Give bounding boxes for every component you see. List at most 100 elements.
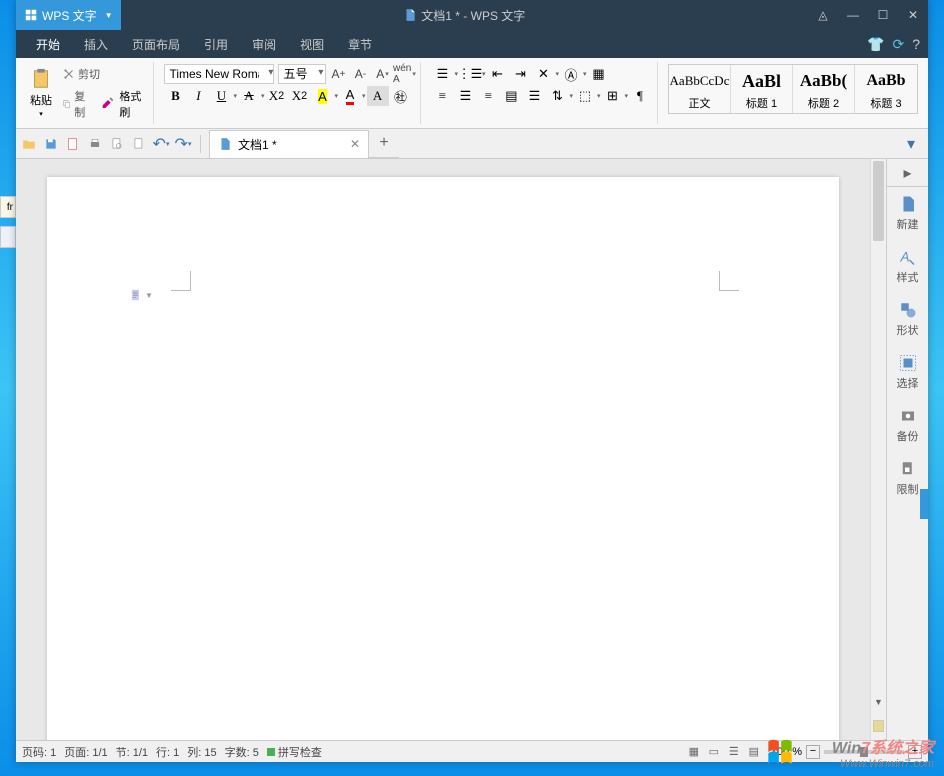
char-scale-button[interactable]: Ⓐ — [560, 64, 582, 84]
style-heading2[interactable]: AaBb( 标题 2 — [793, 65, 855, 113]
save-button[interactable] — [42, 135, 60, 153]
new-blank-button[interactable] — [130, 135, 148, 153]
app-menu-button[interactable]: WPS 文字 ▼ — [16, 0, 121, 30]
align-right-button[interactable]: ≡ — [477, 86, 499, 106]
close-tab-button[interactable]: ✕ — [350, 137, 360, 151]
maximize-button[interactable]: ☐ — [868, 0, 898, 30]
increase-font-button[interactable]: A+ — [328, 64, 348, 84]
collapse-panel-button[interactable]: ▸ — [887, 159, 928, 187]
side-new[interactable]: 新建 — [887, 187, 928, 240]
help-icon[interactable]: ? — [912, 36, 920, 52]
menu-home[interactable]: 开始 — [24, 32, 72, 57]
menu-sections[interactable]: 章节 — [336, 32, 384, 57]
shading-button[interactable]: ⬚ — [574, 86, 596, 106]
format-painter-button[interactable]: 格式刷 — [96, 86, 147, 122]
char-shading-button[interactable]: A — [367, 86, 389, 106]
view-print-layout-button[interactable]: ▦ — [685, 744, 703, 760]
superscript-button[interactable]: X2 — [265, 86, 287, 106]
zoom-in-button[interactable]: + — [908, 745, 922, 759]
zoom-slider[interactable] — [824, 750, 904, 754]
show-marks-button[interactable]: ¶ — [629, 86, 651, 106]
export-pdf-button[interactable] — [64, 135, 82, 153]
menu-references[interactable]: 引用 — [192, 32, 240, 57]
enclose-char-button[interactable]: ㊓ — [390, 86, 412, 106]
object-browser-button[interactable] — [873, 720, 884, 732]
font-name-select[interactable]: Times New Roma — [164, 64, 274, 84]
view-fullscreen-button[interactable]: ▭ — [705, 744, 723, 760]
bold-button[interactable]: B — [164, 86, 186, 106]
zoom-level[interactable]: 100 % — [771, 746, 802, 758]
side-shapes[interactable]: 形状 — [887, 293, 928, 346]
undo-button[interactable]: ↶▾ — [152, 135, 170, 153]
document-tab[interactable]: 文档1 * ✕ — [209, 130, 369, 158]
redo-button[interactable]: ↷▾ — [174, 135, 192, 153]
decrease-font-button[interactable]: A- — [350, 64, 370, 84]
tab-list-button[interactable]: ▾ — [902, 135, 920, 153]
phonetic-button[interactable]: wénA — [394, 64, 414, 84]
line-spacing-button[interactable]: ⇅ — [546, 86, 568, 106]
settings-icon[interactable]: ◬ — [808, 0, 838, 30]
numbering-button[interactable]: ⋮☰ — [459, 64, 481, 84]
zoom-out-button[interactable]: − — [806, 745, 820, 759]
side-select[interactable]: 选择 — [887, 346, 928, 399]
print-preview-button[interactable] — [108, 135, 126, 153]
change-case-button[interactable]: A — [372, 64, 392, 84]
status-column[interactable]: 列: 15 — [187, 744, 216, 760]
new-tab-button[interactable]: + — [369, 130, 399, 158]
highlight-button[interactable]: A — [311, 86, 333, 106]
underline-button[interactable]: U — [210, 86, 232, 106]
view-outline-button[interactable]: ▤ — [745, 744, 763, 760]
font-size-select[interactable]: 五号 — [278, 64, 326, 84]
align-center-button[interactable]: ☰ — [454, 86, 476, 106]
align-left-button[interactable]: ≡ — [431, 86, 453, 106]
status-page[interactable]: 页面: 1/1 — [64, 744, 107, 760]
subscript-button[interactable]: X2 — [288, 86, 310, 106]
bullets-button[interactable]: ☰ — [431, 64, 453, 84]
preview-icon — [110, 137, 124, 151]
status-section[interactable]: 节: 1/1 — [116, 744, 148, 760]
align-distribute-button[interactable]: ☰ — [523, 86, 545, 106]
cut-button[interactable]: 剪切 — [58, 64, 147, 84]
sort-button[interactable]: ⊞ — [601, 86, 623, 106]
font-color-button[interactable]: A — [339, 86, 361, 106]
document-scroll[interactable]: ▼ — [16, 159, 870, 740]
status-spellcheck[interactable]: 拼写检查 — [267, 744, 322, 760]
menu-page-layout[interactable]: 页面布局 — [120, 32, 192, 57]
borders-button[interactable]: ▦ — [588, 64, 610, 84]
print-button[interactable] — [86, 135, 104, 153]
skin-icon[interactable]: 👕 — [867, 36, 884, 53]
menu-review[interactable]: 审阅 — [240, 32, 288, 57]
menu-view[interactable]: 视图 — [288, 32, 336, 57]
indent-increase-button[interactable]: ⇥ — [509, 64, 531, 84]
side-styles[interactable]: A 样式 — [887, 240, 928, 293]
indent-decrease-button[interactable]: ⇤ — [486, 64, 508, 84]
paste-button[interactable]: 粘贴▾ — [26, 66, 56, 120]
open-button[interactable] — [20, 135, 38, 153]
italic-button[interactable]: I — [187, 86, 209, 106]
copy-button[interactable]: 复制 — [58, 86, 94, 122]
side-expand-handle[interactable] — [920, 489, 928, 519]
minimize-button[interactable]: — — [838, 0, 868, 30]
scroll-down-button[interactable]: ▼ — [871, 694, 886, 710]
side-backup[interactable]: 备份 — [887, 399, 928, 452]
status-line[interactable]: 行: 1 — [156, 744, 179, 760]
sync-icon[interactable]: ⟳ — [892, 36, 904, 53]
menu-insert[interactable]: 插入 — [72, 32, 120, 57]
align-justify-button[interactable]: ▤ — [500, 86, 522, 106]
style-heading3[interactable]: AaBb 标题 3 — [855, 65, 917, 113]
strikethrough-button[interactable]: A — [238, 86, 260, 106]
paragraph-options-button[interactable]: ▼ — [129, 287, 153, 303]
status-word-count[interactable]: 字数: 5 — [225, 744, 259, 760]
vertical-scrollbar[interactable]: ▼ — [870, 159, 886, 740]
style-normal[interactable]: AaBbCcDc 正文 — [669, 65, 731, 113]
zoom-slider-handle[interactable] — [860, 747, 868, 757]
new-doc-icon — [899, 195, 917, 213]
text-direction-button[interactable]: ✕ — [532, 64, 554, 84]
scrollbar-thumb[interactable] — [873, 161, 884, 241]
document-page[interactable]: ▼ — [47, 177, 839, 740]
style-heading1[interactable]: AaBl 标题 1 — [731, 65, 793, 113]
close-button[interactable]: ✕ — [898, 0, 928, 30]
copy-icon — [62, 97, 72, 111]
view-web-button[interactable]: ☰ — [725, 744, 743, 760]
status-page-number[interactable]: 页码: 1 — [22, 744, 56, 760]
